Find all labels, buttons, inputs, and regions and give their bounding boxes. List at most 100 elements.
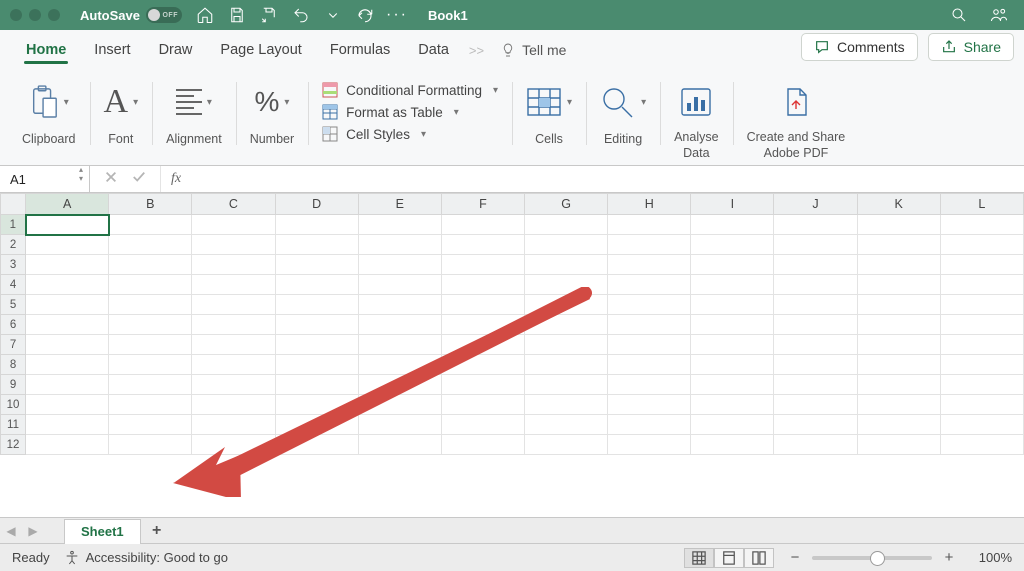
cell[interactable]: [109, 315, 192, 335]
chevron-down-icon[interactable]: ▾: [64, 97, 69, 108]
cell[interactable]: [26, 355, 109, 375]
cell[interactable]: [109, 275, 192, 295]
cell[interactable]: [524, 415, 607, 435]
cell[interactable]: [109, 395, 192, 415]
cell[interactable]: [192, 355, 275, 375]
cell[interactable]: [608, 255, 691, 275]
column-header[interactable]: H: [608, 194, 691, 215]
cell[interactable]: [275, 435, 358, 455]
cell[interactable]: [26, 235, 109, 255]
cell[interactable]: [109, 355, 192, 375]
row-header[interactable]: 5: [1, 295, 26, 315]
cell[interactable]: [109, 235, 192, 255]
zoom-control[interactable]: − + 100%: [788, 549, 1012, 566]
comments-button[interactable]: Comments: [801, 33, 918, 61]
column-header[interactable]: F: [441, 194, 524, 215]
cell[interactable]: [275, 355, 358, 375]
chevron-down-icon[interactable]: ▾: [284, 97, 289, 108]
cell[interactable]: [774, 275, 857, 295]
save-as-icon[interactable]: [260, 6, 278, 24]
cell[interactable]: [192, 335, 275, 355]
row-header[interactable]: 10: [1, 395, 26, 415]
minimize-window-icon[interactable]: [29, 9, 41, 21]
cell[interactable]: [524, 355, 607, 375]
cell[interactable]: [691, 255, 774, 275]
create-pdf-button[interactable]: [778, 78, 814, 126]
column-header[interactable]: B: [109, 194, 192, 215]
undo-icon[interactable]: [292, 6, 310, 24]
editing-button[interactable]: ▾: [600, 78, 646, 126]
share-people-icon[interactable]: [990, 6, 1008, 24]
cell[interactable]: [358, 235, 441, 255]
cell[interactable]: [192, 395, 275, 415]
cell[interactable]: [691, 435, 774, 455]
cell[interactable]: [857, 215, 940, 235]
more-icon[interactable]: ···: [388, 6, 406, 24]
cell[interactable]: [26, 335, 109, 355]
more-tabs-icon[interactable]: >>: [463, 35, 490, 68]
cell[interactable]: [857, 415, 940, 435]
cell[interactable]: [940, 235, 1023, 255]
cell[interactable]: [441, 315, 524, 335]
namebox-spinner[interactable]: ▴▾: [79, 170, 83, 188]
tab-insert[interactable]: Insert: [80, 34, 144, 68]
cell[interactable]: [940, 275, 1023, 295]
row-header[interactable]: 8: [1, 355, 26, 375]
cell[interactable]: [940, 335, 1023, 355]
cell[interactable]: [109, 215, 192, 235]
cell[interactable]: [857, 255, 940, 275]
row-header[interactable]: 11: [1, 415, 26, 435]
cell[interactable]: [26, 435, 109, 455]
column-header[interactable]: G: [524, 194, 607, 215]
tab-page-layout[interactable]: Page Layout: [206, 34, 315, 68]
chevron-down-icon[interactable]: ▾: [641, 97, 646, 108]
zoom-in-button[interactable]: +: [942, 549, 956, 566]
alignment-button[interactable]: ▾: [176, 78, 212, 126]
cell[interactable]: [109, 255, 192, 275]
cell[interactable]: [608, 415, 691, 435]
row-header[interactable]: 6: [1, 315, 26, 335]
autosave-toggle[interactable]: AutoSave OFF: [80, 7, 182, 23]
cell[interactable]: [524, 295, 607, 315]
spreadsheet-grid[interactable]: ABCDEFGHIJKL 123456789101112: [0, 193, 1024, 517]
cell[interactable]: [857, 315, 940, 335]
cell[interactable]: [857, 275, 940, 295]
cell[interactable]: [441, 335, 524, 355]
cell[interactable]: [192, 415, 275, 435]
cell[interactable]: [275, 335, 358, 355]
cell[interactable]: [358, 355, 441, 375]
column-header[interactable]: K: [857, 194, 940, 215]
cell[interactable]: [691, 275, 774, 295]
cell[interactable]: [940, 375, 1023, 395]
fullscreen-window-icon[interactable]: [48, 9, 60, 21]
column-header[interactable]: L: [940, 194, 1023, 215]
page-layout-view-button[interactable]: [714, 548, 744, 568]
redo-icon[interactable]: [356, 6, 374, 24]
cell[interactable]: [608, 275, 691, 295]
chevron-down-icon[interactable]: ▾: [567, 97, 572, 108]
cell[interactable]: [441, 355, 524, 375]
tab-draw[interactable]: Draw: [145, 34, 207, 68]
page-break-view-button[interactable]: [744, 548, 774, 568]
cell[interactable]: [774, 415, 857, 435]
cell[interactable]: [940, 315, 1023, 335]
cell[interactable]: [441, 215, 524, 235]
cell[interactable]: [774, 315, 857, 335]
cell[interactable]: [358, 415, 441, 435]
analyse-data-button[interactable]: [678, 78, 714, 126]
cell[interactable]: [857, 335, 940, 355]
cell[interactable]: [691, 235, 774, 255]
cell[interactable]: [774, 255, 857, 275]
cell[interactable]: [192, 315, 275, 335]
column-header[interactable]: A: [26, 194, 109, 215]
cell[interactable]: [192, 435, 275, 455]
row-header[interactable]: 9: [1, 375, 26, 395]
zoom-out-button[interactable]: −: [788, 549, 802, 566]
chevron-down-icon[interactable]: ▾: [493, 85, 498, 96]
cell[interactable]: [608, 375, 691, 395]
cell[interactable]: [691, 395, 774, 415]
chevron-down-icon[interactable]: ▾: [207, 97, 212, 108]
cell[interactable]: [608, 435, 691, 455]
paste-button[interactable]: ▾: [29, 78, 69, 126]
cell[interactable]: [857, 355, 940, 375]
